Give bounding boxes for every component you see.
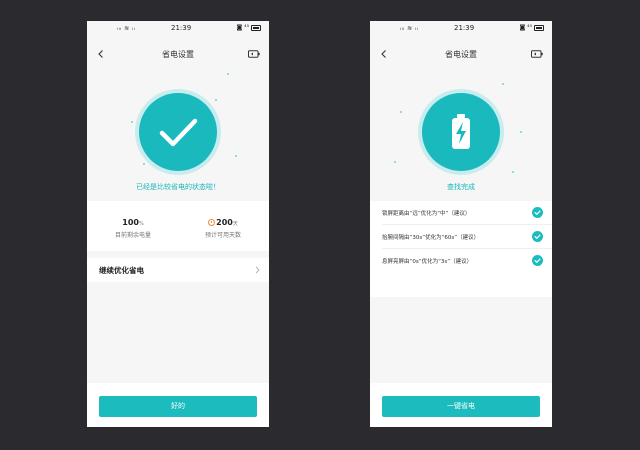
ok-button[interactable]: 好的 [99,396,257,417]
status-time: 21:39 [454,24,475,32]
battery-bolt-icon [452,114,470,149]
stat-remaining: 100% 目前剩余电量 [93,218,173,239]
stat-remaining-value-line: 100% [93,218,173,227]
top-bar: 省电设置 [370,47,552,65]
status-icons: ◙ ⁴⁵ [236,24,249,31]
decor-dot [512,171,514,173]
signal-indicator: ᵢᵢᵢ ≋ ᵢᵢ [400,25,419,32]
page-title: 省电设置 [445,50,477,59]
signal-indicator: ᵢᵢᵢ ≋ ᵢᵢ [117,25,136,32]
status-hero [418,89,504,175]
status-bar: ᵢᵢᵢ ≋ ᵢᵢ 21:39 ◙ ⁴⁵ [370,21,552,35]
decor-dot [394,161,396,163]
status-time: 21:39 [171,24,192,32]
status-message: 已经是比较省电的状态啦！ [136,183,220,191]
stat-days: 200天 预计可用天数 [183,218,263,239]
phone-screen-optimized: ᵢᵢᵢ ≋ ᵢᵢ 21:39 ◙ ⁴⁵ 省电设置 已经是比较省电的状态啦！ 10… [87,21,269,427]
decor-dot [131,121,133,123]
clock-icon [208,219,216,226]
stat-remaining-label: 目前剩余电量 [114,232,151,239]
stat-remaining-value: 100 [122,218,139,227]
decor-dot [520,131,522,133]
status-bar: ᵢᵢᵢ ≋ ᵢᵢ 21:39 ◙ ⁴⁵ [87,21,269,35]
decor-dot [235,155,237,157]
status-icons: ◙ ⁴⁵ [519,24,532,31]
check-icon [159,118,198,147]
decor-dot [227,73,229,75]
list-item[interactable]: 锁屏距离由“远”优化为“中”（建议） [370,201,552,225]
checked-circle-icon[interactable] [532,207,543,218]
decor-dot [502,83,504,85]
status-right: ◙ ⁴⁵ [236,24,261,31]
stat-days-value: 200 [216,218,233,227]
option-text: 息屏亮屏由“0s”优化为“3s”（建议） [382,259,473,265]
continue-optimize-label: 继续优化省电 [99,266,144,275]
status-message: 查找完成 [447,183,475,191]
stat-days-unit: 天 [232,221,238,227]
stat-days-label: 预计可用天数 [204,232,241,239]
status-right: ◙ ⁴⁵ [519,24,544,31]
status-battery-icon [251,24,261,31]
phone-screen-scan-result: ᵢᵢᵢ ≋ ᵢᵢ 21:39 ◙ ⁴⁵ 省电设置 查找完成 锁屏距离由“远”优化… [370,21,552,427]
checked-circle-icon[interactable] [532,255,543,266]
stat-remaining-unit: % [138,221,144,227]
stat-days-value-line: 200天 [183,218,263,227]
battery-stats: 100% 目前剩余电量 200天 预计可用天数 [87,201,269,251]
bottom-bar: 一键省电 [370,383,552,427]
list-item[interactable]: 息屏亮屏由“0s”优化为“3s”（建议） [370,249,552,273]
continue-optimize-row[interactable]: 继续优化省电 [87,258,269,282]
battery-outline-icon[interactable] [248,50,260,58]
option-text: 抬腕间隔由“30s”优化为“60s”（建议） [382,235,480,241]
one-tap-save-button[interactable]: 一键省电 [382,396,540,417]
decor-dot [400,111,402,113]
option-text: 锁屏距离由“远”优化为“中”（建议） [382,211,471,217]
checked-circle-icon[interactable] [532,231,543,242]
optimization-list: 锁屏距离由“远”优化为“中”（建议） 抬腕间隔由“30s”优化为“60s”（建议… [370,201,552,297]
chevron-right-icon [255,266,260,274]
page-title: 省电设置 [162,50,194,59]
bottom-bar: 好的 [87,383,269,427]
battery-outline-icon[interactable] [531,50,543,58]
top-bar: 省电设置 [87,47,269,65]
list-item[interactable]: 抬腕间隔由“30s”优化为“60s”（建议） [370,225,552,249]
status-hero [135,89,221,175]
status-battery-icon [534,24,544,31]
